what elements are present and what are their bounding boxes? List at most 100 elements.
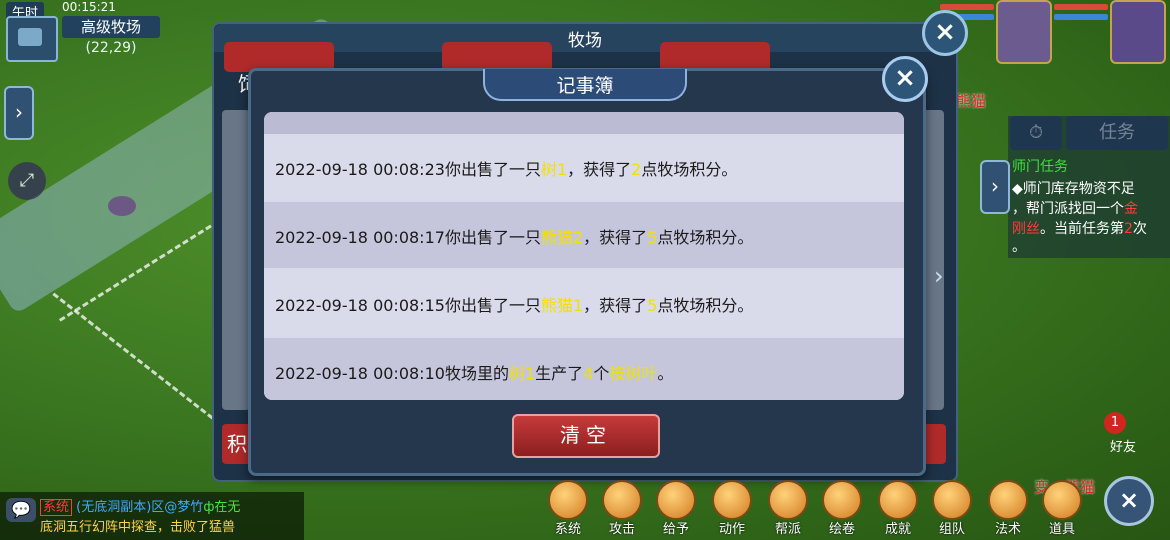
menu-item[interactable]: 帮派 [766,480,810,537]
entry-text-part: 点牧场积分。 [641,160,738,179]
guild-flag-icon [768,480,808,520]
flower-bush [108,196,136,216]
chat-text: ф在无 [203,500,241,515]
panda-name-label: 熊猫 [956,92,987,110]
entry-time: 2022-09-18 00:08:15 [275,296,445,315]
chat-channel: 系统 [40,499,73,516]
fullscreen-icon[interactable]: ⤢ [8,162,46,200]
entry-text: 2022-09-18 00:08:10牧场里的树1生产了4个桉树叶。 [275,360,673,384]
location-hud[interactable]: 午时 00:15:21 高级牧场 (22,29) [0,0,165,62]
next-page-arrow-icon[interactable]: › [934,262,944,290]
location-name: 高级牧场 [62,16,160,38]
sword-icon [602,480,642,520]
entry-highlight: 2 [631,160,642,179]
menu-item[interactable]: 道具 [1040,480,1084,537]
list-item: 2022-09-18 00:08:10牧场里的树1生产了4个桉树叶。 [264,338,904,400]
list-top-strip [264,112,904,134]
task-item: 金 [1124,201,1138,217]
entry-text-part: 牧场里的 [444,364,509,383]
collapse-task-arrow-icon[interactable]: › [980,160,1010,214]
pet-portrait[interactable] [996,0,1052,64]
menu-label: 绘卷 [828,522,855,537]
chat-line: 底洞五行幻阵中探查，击败了猛兽 [40,520,236,535]
menu-label: 帮派 [774,522,801,537]
ranch-list-left [222,110,250,410]
horn-icon [988,480,1028,520]
minimap-icon[interactable] [6,16,58,62]
task-text: 次 [1132,221,1147,237]
expand-left-arrow-icon[interactable]: › [4,86,34,140]
menu-item[interactable]: 动作 [710,480,754,537]
menu-label: 道具 [1048,522,1075,537]
menu-item[interactable]: 系统 [546,480,590,537]
chat-box[interactable]: 💬 系统 (无底洞副本)区@梦竹ф在无 底洞五行幻阵中探查，击败了猛兽 [0,492,304,540]
fence [52,292,228,431]
entry-highlight: 桉树叶 [609,364,658,383]
entry-time: 2022-09-18 00:08:17 [275,228,445,247]
entry-highlight: 树1 [540,160,568,179]
notebook-close-icon[interactable]: × [882,56,928,102]
notebook-title: 记事簿 [556,75,614,97]
hp-bar [940,4,994,10]
menu-close-icon[interactable]: × [1104,476,1154,526]
entry-text: 2022-09-18 00:08:17你出售了一只熊猫2，获得了5点牧场积分。 [275,224,753,248]
ranch-close-icon[interactable]: × [922,10,968,56]
gear-icon [548,480,588,520]
chat-text: (无底洞副本)区@梦竹 [76,500,204,515]
menu-label: 给予 [662,522,689,537]
game-scene: 午时 00:15:21 高级牧场 (22,29) › ⤢ 熊猫 ⏱ 任务 师门任… [0,0,1170,540]
peach-icon [878,480,918,520]
entry-time: 2022-09-18 00:08:23 [275,160,445,179]
friend-notify[interactable]: 1 好友 [1104,412,1144,455]
notebook-entry-list[interactable]: 2022-09-18 00:08:23你出售了一只树1，获得了2点牧场积分。 2… [264,112,904,400]
task-text: ，帮门派找回一个 [1012,201,1124,217]
task-line: 。 [1012,239,1026,255]
entry-highlight: 5 [647,296,658,315]
clear-button[interactable]: 清空 [512,414,660,458]
menu-item[interactable]: 法术 [986,480,1030,537]
entry-text-part: 你出售了一只 [444,228,541,247]
player-portrait[interactable] [1110,0,1166,64]
task-count: 2 [1124,221,1133,237]
entry-text-part: ，获得了 [567,160,632,179]
entry-highlight: 5 [647,228,658,247]
task-title[interactable]: 师门任务 [1012,156,1068,176]
menu-label: 组队 [938,522,965,537]
menu-item[interactable]: 给予 [654,480,698,537]
chat-bubble-icon[interactable]: 💬 [6,498,36,522]
notify-badge: 1 [1104,412,1126,434]
entry-highlight: 4 [583,364,594,383]
entry-highlight: 树1 [508,364,536,383]
notify-label: 好友 [1110,440,1137,455]
mp-bar [1054,14,1108,20]
list-item: 2022-09-18 00:08:15你出售了一只熊猫1，获得了5点牧场积分。 [264,270,904,336]
location-coords: (22,29) [85,40,137,56]
task-text: 。当前任务第 [1040,221,1124,237]
list-item: 2022-09-18 00:08:23你出售了一只树1，获得了2点牧场积分。 [264,134,904,200]
entry-text-part: ，获得了 [583,228,648,247]
entry-time: 2022-09-18 00:08:10 [275,364,445,383]
task-line: ◆师门库存物资不足 [1012,181,1135,197]
entry-text-part: 你出售了一只 [444,296,541,315]
hp-bar [1054,4,1108,10]
entry-text-part: 你出售了一只 [444,160,541,179]
menu-item[interactable]: 攻击 [600,480,644,537]
menu-label: 法术 [994,522,1021,537]
bag-icon [1042,480,1082,520]
chat-line: 系统 (无底洞副本)区@梦竹ф在无 [40,496,241,516]
gift-hand-icon [656,480,696,520]
scroll-icon [822,480,862,520]
entry-highlight: 熊猫1 [540,296,584,315]
menu-item[interactable]: 成就 [876,480,920,537]
menu-item[interactable]: 组队 [930,480,974,537]
team-icon [932,480,972,520]
menu-item[interactable]: 绘卷 [820,480,864,537]
menu-label: 攻击 [608,522,635,537]
entry-text-part: 生产了 [535,364,584,383]
entry-text: 2022-09-18 00:08:15你出售了一只熊猫1，获得了5点牧场积分。 [275,292,753,316]
list-item: 2022-09-18 00:08:17你出售了一只熊猫2，获得了5点牧场积分。 [264,202,904,268]
smile-face-icon [712,480,752,520]
task-line: ，帮门派找回一个金 [1012,198,1138,218]
task-line: 刚丝。当前任务第2次 [1012,218,1147,238]
entry-text-part: 点牧场积分。 [657,228,754,247]
